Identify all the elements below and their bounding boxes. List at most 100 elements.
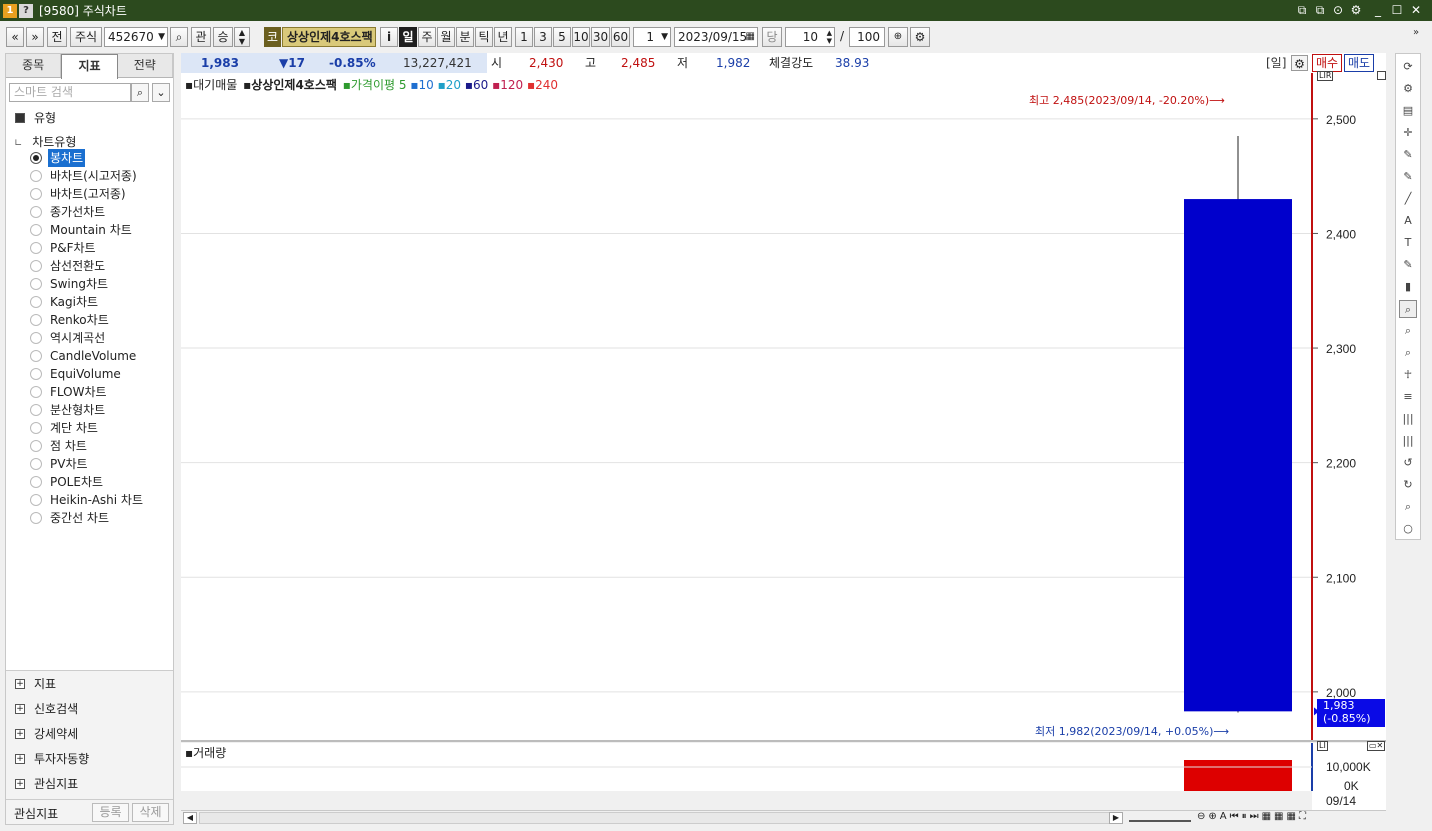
radio-icon[interactable] [30,170,42,182]
line-icon[interactable]: ╱ [1399,190,1417,208]
radio-icon[interactable] [30,314,42,326]
camera-icon[interactable]: ⊙ [1330,3,1346,17]
legend-ma-20[interactable]: ▪20 [438,78,461,92]
smart-search-input[interactable]: 스마트 검색 [9,83,131,102]
gear-icon[interactable]: ⚙ [1291,55,1308,71]
multiplier-select[interactable]: 1 ▼ [633,27,671,47]
info-button[interactable]: i [380,27,398,47]
chevron-down-icon[interactable]: ▼ [158,28,165,46]
stock-history-dropdown[interactable]: » [26,27,44,47]
calendar-icon[interactable]: ▦ [746,28,755,46]
total-count-input[interactable]: 100 [849,27,885,47]
window-badge-number[interactable]: 1 [3,3,17,18]
chevron-down-icon[interactable]: ▼ [661,28,668,46]
bars2-icon[interactable]: ||| [1399,432,1417,450]
period-week-button[interactable]: 주 [418,27,436,47]
legend-item-supply[interactable]: ▪대기매물 [185,78,237,92]
zoom-list-icon[interactable]: ⌕ [1399,322,1417,340]
prev-stock-button[interactable]: « [6,27,24,47]
radio-icon[interactable] [30,494,42,506]
legend-ma-5[interactable]: 5 [399,78,407,92]
radio-icon[interactable] [30,368,42,380]
zoom-in-icon[interactable]: ⌕ [1399,300,1417,318]
radio-icon[interactable] [30,278,42,290]
pen2-icon[interactable]: ✎ [1399,168,1417,186]
period-minute-button[interactable]: 분 [456,27,474,47]
redo-icon[interactable]: ↻ [1399,476,1417,494]
chart-icon[interactable]: ▤ [1399,102,1417,120]
group-indicators[interactable]: + 지표 [6,673,173,695]
zoom-slider[interactable] [1129,814,1191,822]
chart-area[interactable]: 2,500 2,400 2,300 2,200 2,100 2,000 10,000K 0K 0… [181,71,1386,810]
watchlist-button[interactable]: 관 [191,27,211,47]
current-button[interactable]: 당 [762,27,782,47]
sell-button[interactable]: 매도 [1344,54,1374,72]
gear-icon[interactable]: ⚙ [910,27,930,47]
legend-ma-240[interactable]: ▪240 [527,78,558,92]
candle-icon[interactable]: ▮ [1399,278,1417,296]
chevron-down-icon[interactable]: ⌄ [152,83,170,102]
interval-1-button[interactable]: 1 [515,27,533,47]
radio-icon[interactable] [30,350,42,362]
radio-icon[interactable] [30,440,42,452]
delete-button[interactable]: 삭제 [132,803,169,822]
radio-icon[interactable] [30,458,42,470]
radio-icon[interactable] [30,422,42,434]
market-select[interactable]: 주식 [70,27,102,47]
legend-ma-10[interactable]: ▪10 [410,78,433,92]
group-strength[interactable]: + 강세약세 [6,723,173,745]
circle-icon[interactable]: ○ [1399,520,1417,538]
scroll-right-arrow-icon[interactable]: ▶ [1109,812,1123,824]
minimize-icon[interactable]: _ [1370,3,1386,17]
auto-icon[interactable]: A [1399,212,1417,230]
group-investor-trend[interactable]: + 투자자동향 [6,748,173,770]
radio-icon[interactable] [30,404,42,416]
radio-icon[interactable] [30,152,42,164]
radio-icon[interactable] [30,386,42,398]
window-copy-icon[interactable]: ⧉ [1312,3,1328,17]
zoom-area-icon[interactable]: ⌕ [1399,344,1417,362]
tab-strategy[interactable]: 전략 [118,54,173,77]
search-icon[interactable]: ⌕ [170,27,188,47]
toolbar-expand-button[interactable]: » [1413,27,1423,47]
chart-type-header[interactable]: ∟ 차트유형 [14,133,76,150]
tab-indicators[interactable]: 지표 [61,54,118,79]
radio-icon[interactable] [30,296,42,308]
period-tick-button[interactable]: 틱 [475,27,493,47]
radio-icon[interactable] [30,512,42,524]
scroll-left-arrow-icon[interactable]: ◀ [183,812,197,824]
interval-3-button[interactable]: 3 [534,27,552,47]
legend-item-ma[interactable]: ▪가격이평 [343,78,395,92]
undo-icon[interactable]: ↺ [1399,454,1417,472]
volume-panel-controls[interactable]: ▭✕ [1367,741,1386,751]
text-icon[interactable]: T [1399,234,1417,252]
interval-10-button[interactable]: 10 [572,27,590,47]
bars-icon[interactable]: ||| [1399,410,1417,428]
legend-item-stock[interactable]: ▪상상인제4호스팩 [243,78,337,92]
radio-icon[interactable] [30,188,42,200]
period-month-button[interactable]: 월 [437,27,455,47]
maximize-panel-icon[interactable] [1377,71,1386,80]
pen-icon[interactable]: ✎ [1399,146,1417,164]
gear-icon[interactable]: ⚙ [1399,80,1417,98]
settings-icon[interactable]: ⚙ [1348,3,1364,17]
horizontal-scrollbar[interactable]: ◀ ▶ ⊖⊕A⏮⏸⏭▦▦▦⛶ [181,810,1386,825]
chart-svg[interactable]: 2,500 2,400 2,300 2,200 2,100 2,000 10,000K 0K0… [181,73,1386,810]
radio-icon[interactable] [30,476,42,488]
close-icon[interactable]: ✕ [1408,3,1424,17]
count-stepper[interactable]: 10 ▲ ▼ [785,27,835,47]
scroll-control-icons[interactable]: ⊖⊕A⏮⏸⏭▦▦▦⛶ [1197,811,1309,822]
radio-icon[interactable] [30,206,42,218]
legend-ma-60[interactable]: ▪60 [465,78,488,92]
group-favorite-indicators[interactable]: + 관심지표 [6,773,173,795]
shape-icon[interactable]: ✎ [1399,256,1417,274]
interval-5-button[interactable]: 5 [553,27,571,47]
radio-icon[interactable] [30,260,42,272]
refresh-icon[interactable]: ⟳ [1399,58,1417,76]
group-signal-search[interactable]: + 신호검색 [6,698,173,720]
zoom-plus-icon[interactable]: ⊕ [888,27,908,47]
cross-icon[interactable]: ✛ [1399,124,1417,142]
interval-60-button[interactable]: 60 [611,27,630,47]
radio-icon[interactable] [30,224,42,236]
rise-button[interactable]: 승 [213,27,233,47]
